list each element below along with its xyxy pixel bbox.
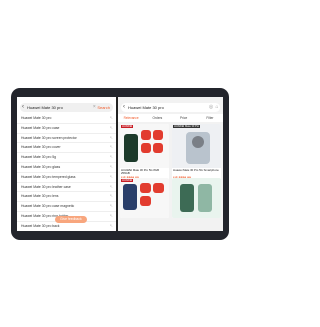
product-card[interactable]: HUAWEI Mate 30 Pro Huawei Mate 30 Pro 5G… bbox=[172, 124, 221, 180]
phone-image bbox=[123, 184, 137, 210]
suggestion-label: Huawei Mate 30 pro bbox=[21, 116, 52, 120]
product-title: HUAWEI Mate 30 Pro 5G 8GB 256GB bbox=[121, 168, 159, 176]
sort-relevance[interactable]: Relevance bbox=[118, 116, 144, 120]
suggestion-item[interactable]: Huawei Mate 30 pro back ↖ bbox=[17, 222, 116, 231]
fill-arrow-icon[interactable]: ↖ bbox=[110, 192, 113, 201]
suggestion-label: Huawei Mate 30 pro lens bbox=[21, 194, 59, 199]
fill-arrow-icon[interactable]: ↖ bbox=[110, 163, 113, 172]
promo-sticker bbox=[141, 143, 151, 153]
product-image: HUAWEI bbox=[120, 178, 169, 218]
feedback-button[interactable]: Give feedback bbox=[55, 216, 87, 223]
suggestion-item[interactable]: Huawei Mate 30 pro cover ↖ bbox=[17, 143, 116, 154]
brand-badge: HUAWEI Mate 30 Pro bbox=[173, 125, 201, 128]
product-image: HUAWEI bbox=[120, 124, 169, 168]
suggestion-label: Huawei Mate 30 pro glass bbox=[21, 164, 61, 169]
fill-arrow-icon[interactable]: ↖ bbox=[110, 124, 113, 133]
promo-sticker bbox=[140, 183, 151, 193]
back-arrow-icon[interactable]: ‹ bbox=[20, 103, 26, 112]
sort-orders[interactable]: Orders bbox=[144, 116, 170, 120]
suggestion-item[interactable]: Huawei Mate 30 pro screen protector ↖ bbox=[17, 134, 116, 144]
product-image: HUAWEI Mate 30 Pro bbox=[172, 124, 221, 168]
product-image bbox=[172, 178, 221, 218]
suggestion-label: Huawei Mate 30 pro case bbox=[21, 125, 60, 130]
fill-arrow-icon[interactable]: ↖ bbox=[110, 134, 113, 143]
suggestion-label: Huawei Mate 30 pro back bbox=[21, 223, 60, 228]
fill-arrow-icon[interactable]: ↖ bbox=[110, 202, 113, 211]
suggestion-label: Huawei Mate 30 pro tempered glass bbox=[21, 174, 76, 179]
fill-arrow-icon[interactable]: ↖ bbox=[110, 173, 113, 182]
suggestion-item[interactable]: Huawei Mate 30 pro case ↖ bbox=[17, 124, 116, 134]
product-title: Huawei Mate 30 Pro 5G Smartphone bbox=[173, 168, 219, 172]
phone-image bbox=[198, 184, 212, 212]
suggestion-label: Huawei Mate 30 pro 5g bbox=[21, 155, 57, 160]
sort-filter-bar: Relevance Orders Price Filter bbox=[118, 114, 223, 122]
suggestion-item[interactable]: Huawei Mate 30 pro lens ↖ bbox=[17, 192, 116, 203]
search-input[interactable]: Huawei Mate 30 pro bbox=[27, 105, 91, 110]
product-card[interactable]: HUAWEI bbox=[120, 178, 169, 218]
promo-sticker bbox=[153, 130, 163, 140]
suggestion-item[interactable]: Huawei Mate 30 pro ↖ bbox=[17, 114, 116, 124]
product-card[interactable] bbox=[172, 178, 221, 218]
phone-image bbox=[180, 184, 194, 212]
fill-arrow-icon[interactable]: ↖ bbox=[110, 183, 113, 192]
cart-icon[interactable]: ⌂ bbox=[214, 103, 220, 112]
promo-sticker bbox=[153, 183, 164, 193]
results-search-input[interactable]: Huawei Mate 30 pro bbox=[128, 105, 208, 110]
suggestion-item[interactable]: Huawei Mate 30 pro tempered glass ↖ bbox=[17, 173, 116, 183]
fill-arrow-icon[interactable]: ↖ bbox=[110, 222, 113, 231]
left-pane: ‹ Huawei Mate 30 pro × Search Huawei Mat… bbox=[17, 97, 116, 231]
suggestion-label: Huawei Mate 30 pro leather case bbox=[21, 184, 71, 189]
back-arrow-icon[interactable]: ‹ bbox=[121, 103, 127, 112]
suggestion-item[interactable]: Huawei Mate 30 pro glass ↖ bbox=[17, 163, 116, 173]
results-search-bar[interactable]: ‹ Huawei Mate 30 pro ◎ ⌂ bbox=[121, 103, 220, 112]
fill-arrow-icon[interactable]: ↖ bbox=[110, 143, 113, 152]
suggestion-label: Huawei Mate 30 pro case magnetic bbox=[21, 204, 75, 209]
suggestion-item[interactable]: Huawei Mate 30 pro leather case ↖ bbox=[17, 183, 116, 193]
sort-price[interactable]: Price bbox=[171, 116, 197, 120]
product-card[interactable]: HUAWEI HUAWEI Mate 30 Pro 5G 8GB 256GB U… bbox=[120, 124, 169, 180]
suggestion-label: Huawei Mate 30 pro screen protector bbox=[21, 135, 77, 140]
suggestion-item[interactable]: Huawei Mate 30 pro case magnetic ↖ bbox=[17, 202, 116, 212]
phone-image bbox=[124, 134, 138, 162]
brand-badge: HUAWEI bbox=[121, 125, 134, 128]
camera-ring bbox=[192, 136, 204, 148]
fill-arrow-icon[interactable]: ↖ bbox=[110, 153, 113, 162]
suggestion-item[interactable]: Huawei Mate 30 pro 5g ↖ bbox=[17, 153, 116, 163]
promo-sticker bbox=[141, 130, 151, 140]
fill-arrow-icon[interactable]: ↖ bbox=[110, 212, 113, 221]
fill-arrow-icon[interactable]: ↖ bbox=[110, 114, 113, 123]
promo-sticker bbox=[153, 143, 163, 153]
search-bar[interactable]: ‹ Huawei Mate 30 pro × Search bbox=[20, 103, 113, 112]
promo-sticker bbox=[140, 196, 151, 206]
right-pane: ‹ Huawei Mate 30 pro ◎ ⌂ Relevance Order… bbox=[118, 97, 223, 231]
brand-badge: HUAWEI bbox=[121, 179, 134, 182]
suggestion-label: Huawei Mate 30 pro cover bbox=[21, 145, 61, 150]
filter-button[interactable]: Filter bbox=[197, 116, 223, 120]
search-button[interactable]: Search bbox=[97, 105, 113, 110]
tablet-screen: ‹ Huawei Mate 30 pro × Search Huawei Mat… bbox=[17, 97, 223, 231]
suggestion-list: Huawei Mate 30 pro ↖ Huawei Mate 30 pro c… bbox=[17, 114, 116, 231]
